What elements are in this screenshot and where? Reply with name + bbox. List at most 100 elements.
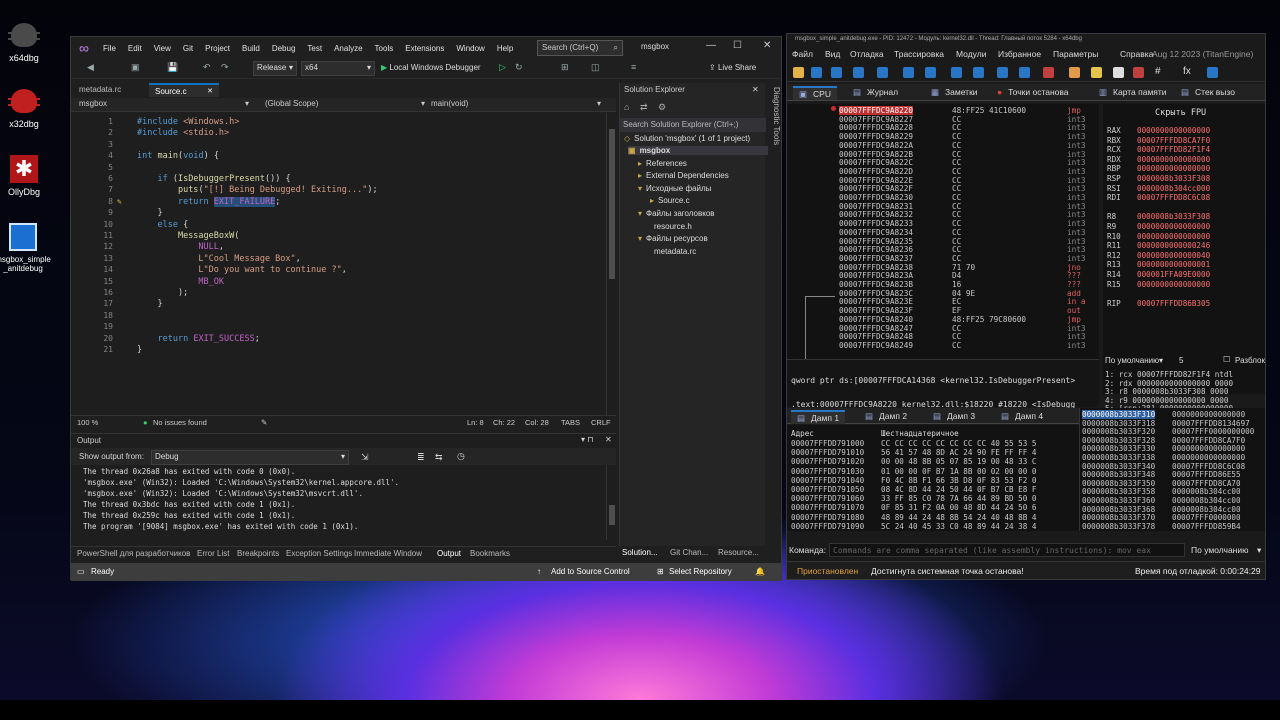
select-repository-button[interactable]: Select Repository — [669, 567, 732, 576]
disasm-address[interactable]: 00007FFFDC9A8238 — [839, 263, 913, 272]
member-dropdown[interactable]: main(void) ▾ — [431, 99, 601, 111]
code-line[interactable]: else { — [137, 220, 188, 230]
menu-item-tools[interactable]: Tools — [375, 44, 394, 53]
menu-item-test[interactable]: Test — [307, 44, 322, 53]
menu-item-extensions[interactable]: Extensions — [405, 44, 444, 53]
disasm-address[interactable]: 00007FFFDC9A823F — [839, 306, 913, 315]
global-scope-dropdown[interactable]: (Global Scope) ▾ — [265, 99, 425, 111]
menu-item-edit[interactable]: Edit — [128, 44, 142, 53]
sync-icon[interactable]: ⇄ — [640, 102, 648, 112]
dbg-menu-item-3[interactable]: Трассировка — [894, 49, 944, 59]
bottom-tab-4[interactable]: Immediate Window — [354, 549, 422, 558]
register-value[interactable]: 0000000000000000 — [1137, 155, 1210, 164]
dbg-tab-3[interactable]: ● Точки останова — [991, 86, 1075, 100]
disasm-address[interactable]: 00007FFFDC9A823E — [839, 297, 913, 306]
tab-metadata-rc[interactable]: metadata.rc — [73, 83, 147, 97]
code-line[interactable]: } — [137, 208, 162, 218]
menu-item-file[interactable]: File — [103, 44, 116, 53]
close-tab-icon[interactable]: ✕ — [207, 87, 213, 95]
menu-item-build[interactable]: Build — [242, 44, 260, 53]
dump-address[interactable]: 00007FFFDD791020 — [791, 457, 864, 466]
dump-hex[interactable]: CC CC CC CC CC CC CC CC 40 55 53 5 — [881, 439, 1036, 448]
platform-dropdown[interactable]: x64 ▾ — [301, 61, 375, 76]
dump-hex[interactable]: 48 89 44 24 48 8B 54 24 40 48 8B 4 — [881, 513, 1036, 522]
redo-icon[interactable]: ↷ — [221, 62, 229, 73]
solution-item-5[interactable]: ▸ Source.c — [650, 196, 690, 205]
registers-view[interactable]: Скрыть FPU RAX 0000000000000000 RBX 00007FF… — [1103, 104, 1265, 354]
disassembly-view[interactable]: 00007FFFDC9A8220 48:FF25 41C10600 jmp 00007… — [787, 104, 1099, 387]
save-icon[interactable]: 💾 — [167, 62, 178, 73]
register-value[interactable]: 00007FFFDD8CA7F0 — [1137, 136, 1210, 145]
menu-item-git[interactable]: Git — [183, 44, 193, 53]
code-line[interactable]: int main(void) { — [137, 151, 219, 161]
vs-search-box[interactable]: Search (Ctrl+Q) ⌕ — [537, 40, 623, 56]
step-into-icon[interactable] — [903, 67, 914, 78]
clear-all-icon[interactable]: ≣ — [417, 452, 425, 463]
dbg-tab-2[interactable]: ▦ Заметки — [925, 86, 984, 100]
code-line[interactable]: return EXIT_SUCCESS; — [137, 334, 259, 344]
dump-address[interactable]: 00007FFFDD791080 — [791, 513, 864, 522]
diagnostic-tools-tab[interactable]: Diagnostic Tools — [767, 87, 781, 145]
menu-item-analyze[interactable]: Analyze — [334, 44, 362, 53]
comments-icon[interactable] — [1091, 67, 1102, 78]
register-value[interactable]: 00007FFFDD86B305 — [1137, 299, 1210, 308]
disasm-address[interactable]: 00007FFFDC9A8248 — [839, 332, 913, 341]
solution-item-1[interactable]: ▣ msgbox — [628, 146, 768, 155]
dump-tab-1[interactable]: ▤ Дамп 2 — [859, 410, 913, 424]
disasm-address[interactable]: 00007FFFDC9A8237 — [839, 254, 913, 263]
close-icon[interactable]: ✕ — [752, 85, 759, 94]
dump-address[interactable]: 00007FFFDD791040 — [791, 476, 864, 485]
settings-icon[interactable]: ⚙ — [658, 102, 666, 112]
register-value[interactable]: 0000000000000040 — [1137, 251, 1210, 260]
solution-item-9[interactable]: metadata.rc — [650, 247, 696, 256]
code-line[interactable]: puts("[!] Being Debugged! Exiting..."); — [137, 185, 378, 195]
disasm-address[interactable]: 00007FFFDC9A8233 — [839, 219, 913, 228]
disasm-address[interactable]: 00007FFFDC9A8234 — [839, 228, 913, 237]
indent-icon[interactable]: ≡ — [631, 62, 636, 72]
call-stack-icon[interactable]: fx — [1183, 66, 1191, 77]
hash-icon[interactable]: # — [1155, 66, 1161, 77]
stack-view[interactable]: 0000008b3033F310 0000000000000000 0000008b… — [1079, 408, 1265, 531]
animate-icon[interactable] — [1019, 67, 1030, 78]
disasm-address[interactable]: 00007FFFDC9A823C — [839, 289, 913, 298]
hide-fpu-button[interactable]: Скрыть FPU — [1155, 108, 1206, 118]
disasm-address[interactable]: 00007FFFDC9A8220 — [839, 106, 914, 115]
code-line[interactable]: NULL, — [137, 242, 224, 252]
find-icon[interactable]: ⇲ — [361, 452, 369, 463]
snowman-icon[interactable] — [1207, 67, 1218, 78]
output-source-dropdown[interactable]: Debug ▾ — [151, 450, 349, 465]
new-item-icon[interactable]: ▣ — [131, 62, 140, 73]
register-value[interactable]: 0000000000000001 — [1137, 260, 1210, 269]
disasm-address[interactable]: 00007FFFDC9A823A — [839, 271, 913, 280]
dbg-menu-item-2[interactable]: Отладка — [850, 49, 884, 59]
dump-hex[interactable]: 33 FF 85 C0 78 7A 66 44 89 BD 50 0 — [881, 494, 1036, 503]
dbg-menu-item-6[interactable]: Параметры — [1053, 49, 1098, 59]
register-value[interactable]: 0000000000000000 — [1137, 164, 1210, 173]
menu-item-project[interactable]: Project — [205, 44, 230, 53]
dump-tab-0[interactable]: ▤ Дамп 1 — [791, 410, 846, 424]
dump-tab-3[interactable]: ▤ Дамп 4 — [995, 410, 1049, 424]
register-value[interactable]: 000001FFA09E0000 — [1137, 270, 1210, 279]
dbg-menu-item-0[interactable]: Файл — [792, 49, 813, 59]
bottom-tab-5[interactable]: Output — [437, 549, 461, 558]
dump-address[interactable]: 00007FFFDD791090 — [791, 522, 864, 531]
solution-item-4[interactable]: ▾ Исходные файлы — [638, 184, 711, 193]
solution-item-2[interactable]: ▸ References — [638, 159, 687, 168]
step-over-icon[interactable] — [925, 67, 936, 78]
disasm-address[interactable]: 00007FFFDC9A8228 — [839, 123, 913, 132]
register-value[interactable]: 00007FFFDD82F1F4 — [1137, 145, 1210, 154]
patch-icon[interactable] — [1069, 67, 1080, 78]
code-line[interactable]: MB_OK — [137, 277, 224, 287]
dbg-menu-item-1[interactable]: Вид — [825, 49, 840, 59]
tab-source-c[interactable]: Source.c ✕ — [149, 83, 219, 97]
disasm-address[interactable]: 00007FFFDC9A8227 — [839, 115, 913, 124]
disasm-address[interactable]: 00007FFFDC9A822A — [839, 141, 913, 150]
home-icon[interactable]: ⌂ — [624, 102, 629, 112]
dump-hex[interactable]: 56 41 57 48 8D AC 24 90 FE FF FF 4 — [881, 448, 1036, 457]
desktop-icon-x32dbg[interactable]: x32dbg — [0, 86, 54, 129]
disasm-address[interactable]: 00007FFFDC9A822E — [839, 176, 913, 185]
code-line[interactable]: MessageBoxW( — [137, 231, 239, 241]
dbg-menu-item-7[interactable]: Справка — [1120, 49, 1153, 59]
solution-search[interactable]: Search Solution Explorer (Ctrl+;) — [620, 118, 766, 132]
disasm-address[interactable]: 00007FFFDC9A822C — [839, 158, 913, 167]
